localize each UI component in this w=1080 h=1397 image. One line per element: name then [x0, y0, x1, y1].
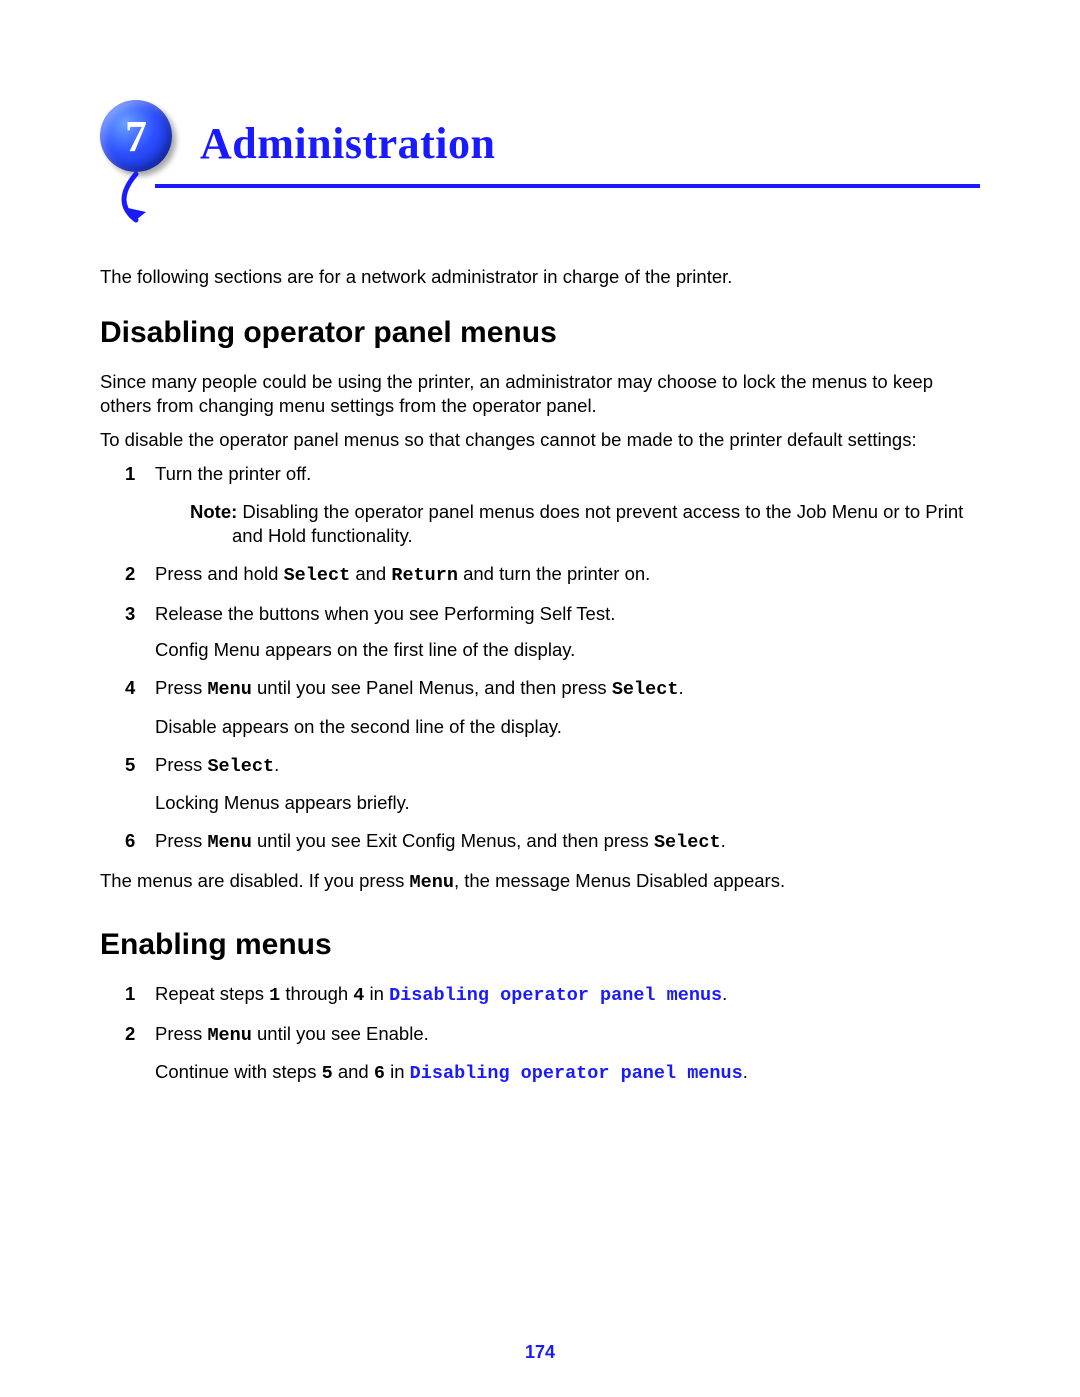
key-menu: Menu	[207, 832, 251, 853]
step-text-post: .	[678, 677, 683, 698]
step-text-post: .	[722, 983, 727, 1004]
step-text-post: and turn the printer on.	[458, 563, 650, 584]
section1-steps: 1 Turn the printer off. Note: Disabling …	[100, 462, 980, 855]
chapter-badge: 7	[100, 100, 172, 172]
note-text: Disabling the operator panel menus does …	[232, 501, 963, 546]
key-select: Select	[207, 756, 274, 777]
step-text-pre: Press	[155, 677, 207, 698]
sub-mid2: in	[385, 1061, 410, 1082]
step-text-mid: until you see	[252, 677, 366, 698]
step-number: 5	[125, 753, 135, 777]
ref-step-4: 4	[353, 985, 364, 1006]
step-number: 2	[125, 562, 135, 586]
step-number: 2	[125, 1022, 135, 1046]
step-number: 1	[125, 982, 135, 1006]
intro-paragraph: The following sections are for a network…	[100, 265, 980, 289]
step-5: 5 Press Select. Locking Menus appears br…	[100, 753, 980, 815]
step-text-pre: Repeat steps	[155, 983, 269, 1004]
step-text-post: .	[274, 754, 279, 775]
step-text-post: .	[721, 830, 726, 851]
section2-steps: 1 Repeat steps 1 through 4 in Disabling …	[100, 982, 980, 1086]
step-text: Turn the printer off.	[155, 463, 311, 484]
step-3: 3 Release the buttons when you see Perfo…	[100, 602, 980, 662]
chapter-rule	[100, 172, 980, 212]
step-text-pre: Press	[155, 754, 207, 775]
step-text-post: until you see Enable.	[252, 1023, 429, 1044]
sub-pre: Continue with steps	[155, 1061, 322, 1082]
step-text-mid: until you see Exit Config Menus, and the…	[252, 830, 654, 851]
key-return: Return	[391, 565, 458, 586]
step-1: 1 Repeat steps 1 through 4 in Disabling …	[100, 982, 980, 1008]
display-msg: Performing Self Test	[444, 603, 610, 624]
chapter-header: 7 Administration	[100, 100, 980, 220]
step-2: 2 Press Menu until you see Enable. Conti…	[100, 1022, 980, 1086]
step-4: 4 Press Menu until you see Panel Menus, …	[100, 676, 980, 738]
note-label: Note:	[190, 501, 237, 522]
key-select: Select	[654, 832, 721, 853]
step-number: 6	[125, 829, 135, 853]
note-block: Note: Disabling the operator panel menus…	[190, 500, 980, 548]
section-heading-enabling: Enabling menus	[100, 925, 980, 964]
step-number: 1	[125, 462, 135, 486]
closing-post: appears.	[708, 870, 785, 891]
page-number: 174	[0, 1342, 1080, 1363]
step-text-pre: Release the buttons when you see	[155, 603, 444, 624]
step-1: 1 Turn the printer off. Note: Disabling …	[100, 462, 980, 548]
key-menu: Menu	[207, 679, 251, 700]
page: 7 Administration The following sections …	[0, 0, 1080, 1397]
display-msg: Locking Menus	[155, 792, 279, 813]
section-heading-disabling: Disabling operator panel menus	[100, 313, 980, 352]
xref-disabling-menus[interactable]: Disabling operator panel menus	[410, 1063, 743, 1084]
step-text-post: .	[610, 603, 615, 624]
step-number: 4	[125, 676, 135, 700]
chapter-title: Administration	[200, 118, 495, 169]
xref-disabling-menus[interactable]: Disabling operator panel menus	[389, 985, 722, 1006]
step-2: 2 Press and hold Select and Return and t…	[100, 562, 980, 588]
closing-mid: , the message	[454, 870, 575, 891]
key-select: Select	[284, 565, 351, 586]
display-msg: Panel Menus	[366, 677, 474, 698]
ref-step-6: 6	[374, 1063, 385, 1084]
section1-para1: Since many people could be using the pri…	[100, 370, 980, 418]
step-text-mid: and	[350, 563, 391, 584]
step-6: 6 Press Menu until you see Exit Config M…	[100, 829, 980, 855]
step-text-pre: Press and hold	[155, 563, 284, 584]
step-number: 3	[125, 602, 135, 626]
step-text-mid: through	[280, 983, 353, 1004]
sub-mid: and	[333, 1061, 374, 1082]
ref-step-1: 1	[269, 985, 280, 1006]
key-menu: Menu	[410, 872, 454, 893]
ref-step-5: 5	[322, 1063, 333, 1084]
step-5-sub: Locking Menus appears briefly.	[155, 791, 980, 815]
step-text-pre: Press	[155, 1023, 207, 1044]
key-menu: Menu	[207, 1025, 251, 1046]
body: The following sections are for a network…	[100, 255, 980, 1100]
step-2-sub: Continue with steps 5 and 6 in Disabling…	[155, 1060, 980, 1086]
key-select: Select	[612, 679, 679, 700]
step-5-sub-post: appears briefly.	[279, 792, 409, 813]
chapter-number: 7	[125, 111, 147, 162]
chapter-badge-circle: 7	[100, 100, 172, 172]
section1-closing: The menus are disabled. If you press Men…	[100, 869, 980, 895]
closing-pre: The menus are disabled. If you press	[100, 870, 410, 891]
step-text-mid2: , and then press	[474, 677, 612, 698]
step-3-sub: Config Menu appears on the first line of…	[155, 638, 980, 662]
display-msg: Menus Disabled	[575, 870, 708, 891]
step-text-mid2: in	[364, 983, 389, 1004]
step-text-pre: Press	[155, 830, 207, 851]
content-area: 7 Administration The following sections …	[100, 100, 980, 220]
section1-para2: To disable the operator panel menus so t…	[100, 428, 980, 452]
sub-post: .	[743, 1061, 748, 1082]
step-4-sub: Disable appears on the second line of th…	[155, 715, 980, 739]
